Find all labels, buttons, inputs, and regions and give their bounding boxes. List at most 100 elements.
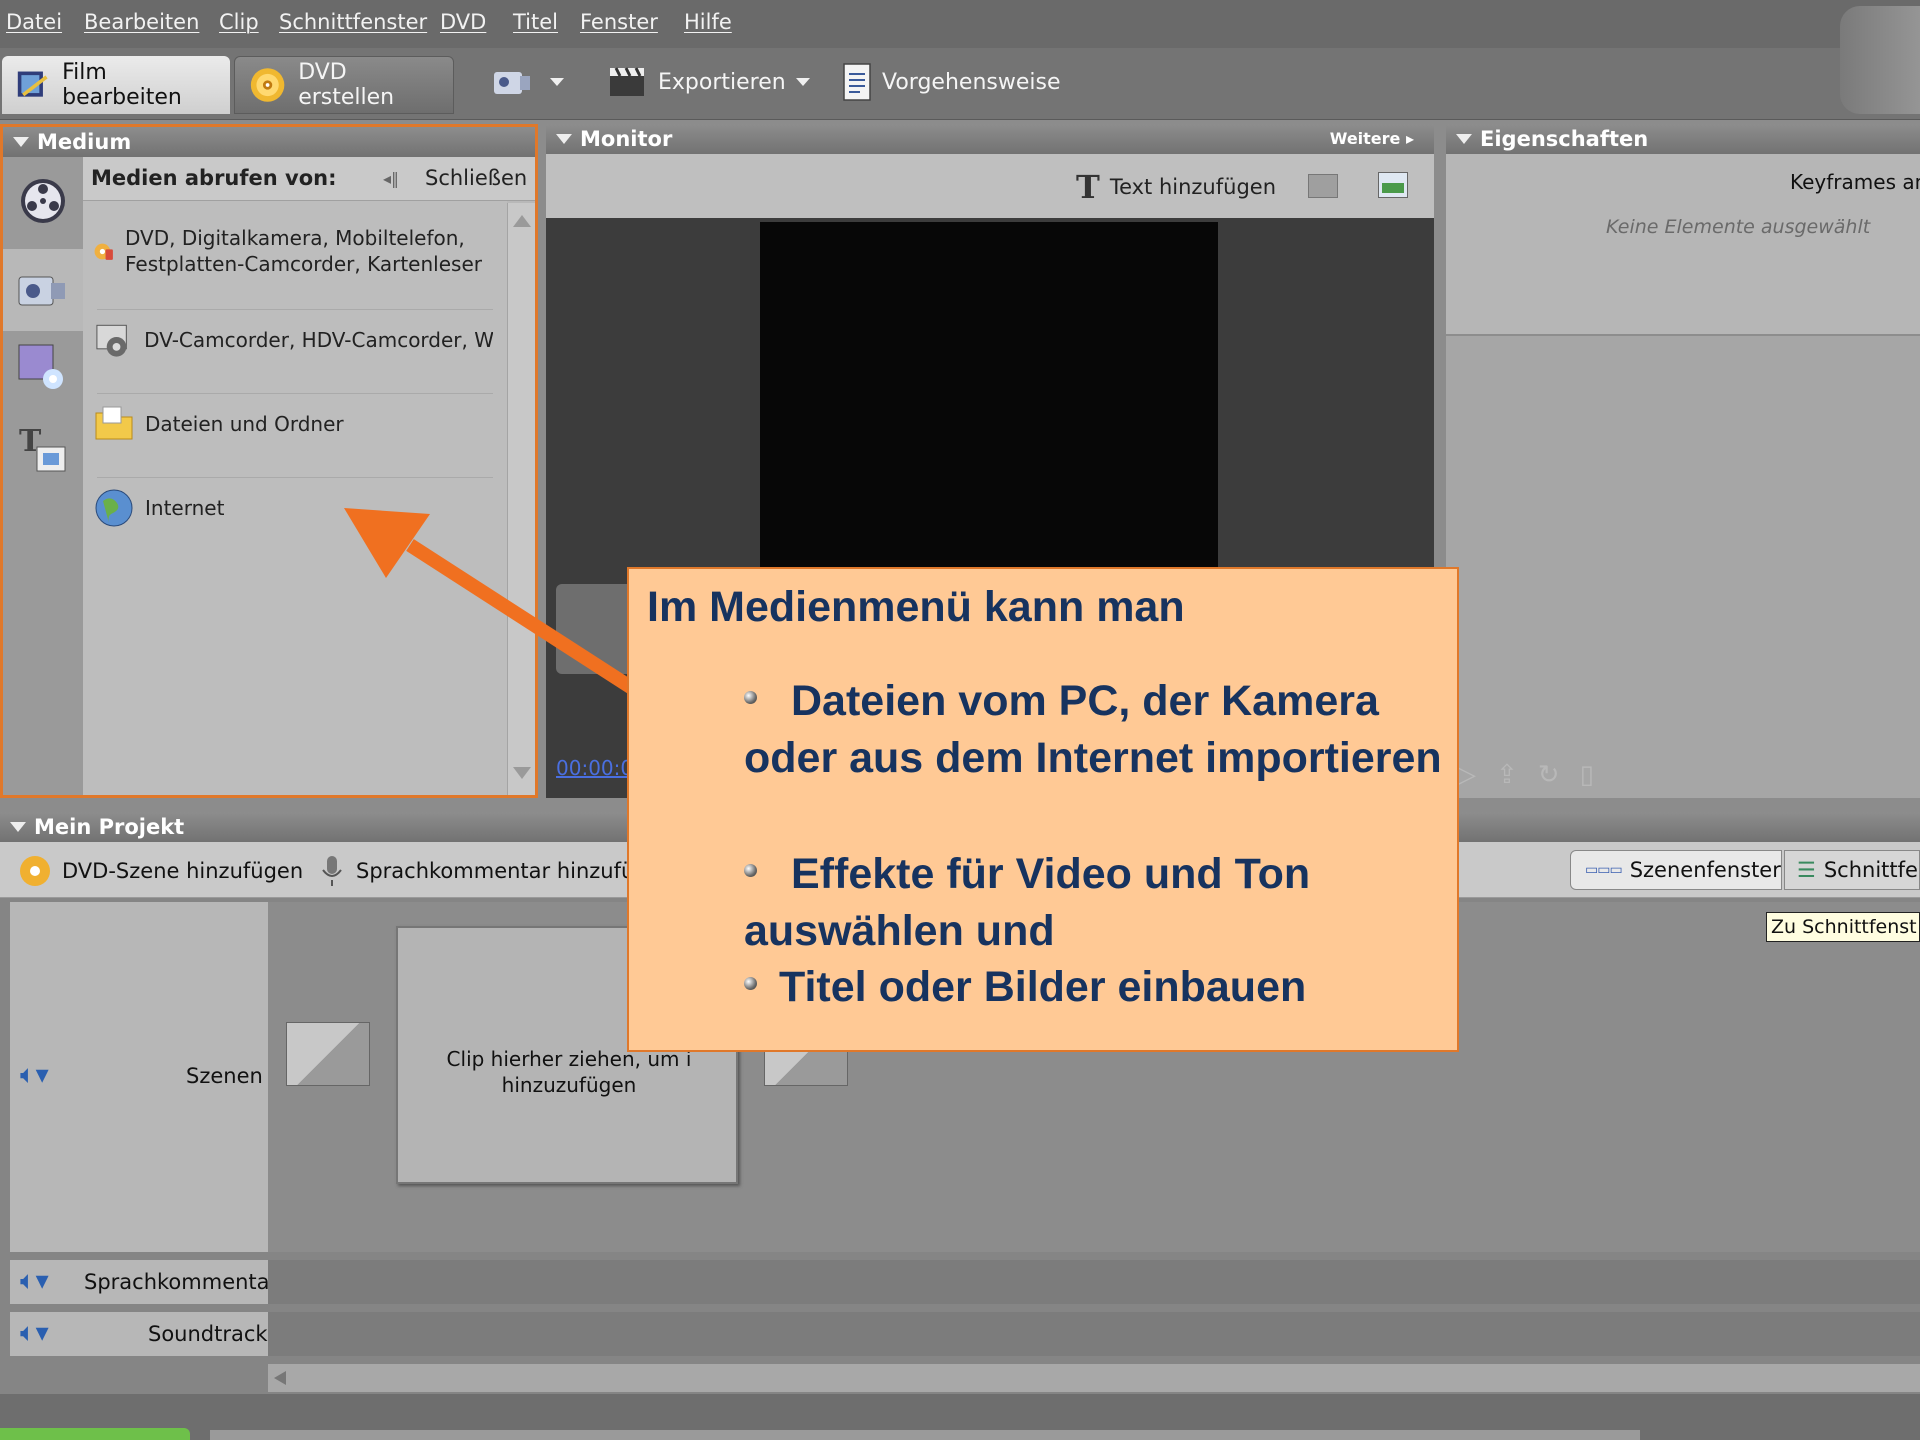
- camcorder-logo-icon: [1840, 6, 1920, 114]
- scenes-track-header: 🔈︎▾ Szenen: [10, 902, 268, 1252]
- narration-lane[interactable]: [268, 1260, 1920, 1304]
- menu-schnittfenster[interactable]: Schnittfenster: [279, 10, 427, 34]
- tab-create-dvd[interactable]: DVD erstellen: [234, 56, 454, 114]
- timecode[interactable]: 00:00:0: [556, 756, 633, 780]
- play-icon[interactable]: ▷: [1456, 760, 1476, 790]
- side-tab-media[interactable]: [13, 171, 73, 231]
- soundtrack-track-header: 🔈︎▾ Soundtrack: [10, 1312, 268, 1356]
- empty-selection-text: Keine Elemente ausgewählt: [1606, 216, 1871, 238]
- scroll-left-icon[interactable]: [274, 1371, 286, 1385]
- film-edit-icon: [17, 71, 48, 97]
- source-item-label: Internet: [145, 496, 225, 520]
- export-icon[interactable]: ⇪: [1496, 760, 1518, 790]
- film-reel-icon: [21, 179, 65, 223]
- collapse-triangle-icon[interactable]: [13, 137, 29, 147]
- image-icon[interactable]: [1378, 172, 1408, 198]
- scroll-up-icon[interactable]: [513, 215, 531, 227]
- medium-title: Medium: [37, 130, 132, 154]
- globe-icon: [95, 489, 133, 527]
- scene-window-button[interactable]: ▭▭▭ Szenenfenster: [1570, 850, 1782, 890]
- side-tab-capture[interactable]: [3, 249, 83, 331]
- scene-transition-placeholder[interactable]: [286, 1022, 370, 1086]
- horizontal-scrollbar[interactable]: [268, 1364, 1920, 1392]
- properties-panel: Eigenschaften Keyframes an Keine Element…: [1446, 124, 1920, 798]
- narration-track: 🔈︎▾ Sprachkommentar: [10, 1260, 1920, 1304]
- trash-icon[interactable]: ▯: [1580, 760, 1594, 790]
- add-dvd-scene-label: DVD-Szene hinzufügen: [62, 859, 304, 883]
- medium-list-header: Medien abrufen von: ◂‖ Schließen: [83, 157, 535, 201]
- dvd-camera-icon: [94, 243, 113, 260]
- tooltip: Zu Schnittfenst: [1766, 912, 1920, 942]
- callout-bullet: Titel oder Bilder einbauen: [744, 959, 1444, 1016]
- dvd-disc-icon: [250, 68, 285, 102]
- bullet-icon: [744, 691, 757, 705]
- webcam-icon: [96, 324, 127, 357]
- side-tab-effects[interactable]: [13, 337, 73, 397]
- menu-datei[interactable]: Datei: [6, 10, 62, 34]
- speaker-icon[interactable]: 🔈︎▾: [20, 1318, 49, 1349]
- capture-dropdown-button[interactable]: [490, 60, 564, 104]
- source-item-dvd-camera[interactable]: DVD, Digitalkamera, Mobiltelefon, Festpl…: [93, 225, 493, 277]
- add-text-button[interactable]: T Text hinzufügen: [1076, 168, 1276, 206]
- menu-clip[interactable]: Clip: [219, 10, 259, 34]
- folder-icon: [95, 406, 133, 440]
- speaker-icon[interactable]: 🔈︎▾: [20, 1060, 49, 1091]
- menu-bearbeiten[interactable]: Bearbeiten: [84, 10, 199, 34]
- collapse-left-icon[interactable]: ◂‖: [383, 169, 399, 188]
- properties-title: Eigenschaften: [1480, 127, 1649, 151]
- timeline-button[interactable]: ☰ Schnittfe: [1784, 850, 1920, 890]
- divider: [97, 309, 493, 310]
- main-toolbar: Film bearbeiten DVD erstellen Exportiere…: [0, 48, 1920, 120]
- add-text-label: Text hinzufügen: [1109, 175, 1277, 199]
- source-item-dv-camcorder[interactable]: DV-Camcorder, HDV-Camcorder, Wel: [93, 319, 493, 361]
- source-item-files-folders[interactable]: Dateien und Ordner: [93, 403, 493, 445]
- title-text-icon: T: [19, 424, 66, 472]
- text-t-icon: T: [1076, 168, 1100, 206]
- soundtrack-track-label: Soundtrack: [148, 1322, 268, 1346]
- collapse-triangle-icon[interactable]: [1456, 134, 1472, 144]
- export-button[interactable]: Exportieren: [608, 60, 810, 104]
- properties-panel-header: Eigenschaften: [1446, 124, 1920, 154]
- tab-edit-movie[interactable]: Film bearbeiten: [2, 56, 230, 114]
- add-narration-button[interactable]: Sprachkommentar hinzufüge: [318, 854, 661, 888]
- add-narration-label: Sprachkommentar hinzufüge: [356, 859, 661, 883]
- callout-bullet: Effekte für Video und Ton auswählen und: [744, 846, 1444, 960]
- callout-bullet-text: Effekte für Video und Ton auswählen und: [744, 850, 1311, 955]
- camcorder-icon: [18, 276, 65, 306]
- menu-titel[interactable]: Titel: [513, 10, 558, 34]
- collapse-triangle-icon[interactable]: [556, 134, 572, 144]
- callout-bullet-text: Dateien vom PC, der Kamera oder aus dem …: [744, 677, 1442, 782]
- snapshot-icon[interactable]: [1308, 174, 1338, 198]
- howto-button[interactable]: Vorgehensweise: [842, 60, 1060, 104]
- monitor-title: Monitor: [580, 127, 673, 151]
- medium-side-strip: T: [3, 157, 83, 795]
- scroll-down-icon[interactable]: [513, 767, 531, 779]
- properties-content: Keyframes an Keine Elemente ausgewählt: [1446, 154, 1920, 336]
- side-tab-titles[interactable]: T: [13, 419, 73, 479]
- reset-icon[interactable]: ↻: [1538, 760, 1560, 790]
- callout-box: Im Medienmenü kann man Dateien vom PC, d…: [627, 567, 1459, 1052]
- menu-dvd[interactable]: DVD: [440, 10, 486, 34]
- export-label: Exportieren: [658, 69, 786, 95]
- clapperboard-icon: [610, 67, 644, 96]
- scene-window-icon: ▭▭▭: [1585, 862, 1623, 878]
- medium-panel-header[interactable]: Medium: [3, 127, 535, 157]
- keyframes-label[interactable]: Keyframes an: [1790, 170, 1920, 194]
- callout-bullet-text: Titel oder Bilder einbauen: [779, 963, 1307, 1011]
- collapse-triangle-icon[interactable]: [10, 822, 26, 832]
- chevron-down-icon: [550, 78, 564, 86]
- soundtrack-lane[interactable]: [268, 1312, 1920, 1356]
- tab-edit-movie-label: Film bearbeiten: [62, 60, 182, 110]
- menu-fenster[interactable]: Fenster: [580, 10, 658, 34]
- close-button[interactable]: Schließen: [425, 166, 527, 190]
- add-dvd-scene-button[interactable]: DVD-Szene hinzufügen: [18, 854, 303, 888]
- menu-bar: Datei Bearbeiten Clip Schnittfenster DVD…: [0, 0, 1920, 114]
- speaker-icon[interactable]: 🔈︎▾: [20, 1266, 49, 1297]
- menu-hilfe[interactable]: Hilfe: [684, 10, 732, 34]
- taskbar-strip: [210, 1430, 1640, 1440]
- timeline-icon: ☰: [1797, 858, 1816, 882]
- project-title: Mein Projekt: [34, 815, 185, 839]
- more-button[interactable]: Weitere ▸: [1330, 129, 1414, 148]
- scenes-track-label: Szenen: [186, 1064, 263, 1088]
- callout-heading: Im Medienmenü kann man: [647, 583, 1185, 631]
